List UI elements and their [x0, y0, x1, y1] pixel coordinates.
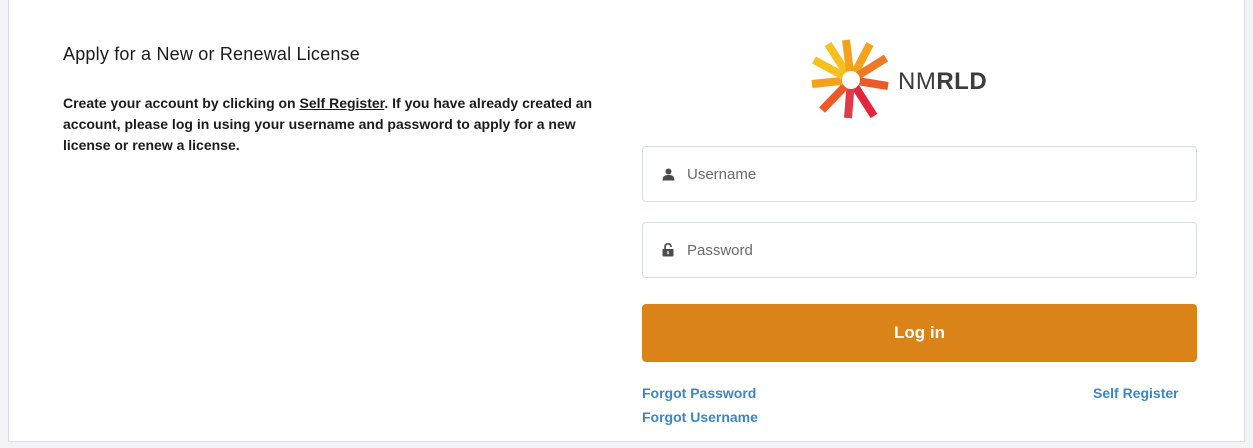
logo-text-light: NM	[898, 68, 937, 95]
lock-icon	[661, 243, 675, 257]
password-input[interactable]	[685, 240, 1169, 260]
starburst-logo-icon	[811, 39, 889, 119]
page-title: Apply for a New or Renewal License	[63, 44, 360, 64]
info-description: Create your account by clicking on Self …	[63, 93, 603, 156]
login-button[interactable]: Log in	[642, 304, 1197, 362]
nmrld-logo: NMRLD	[808, 38, 1028, 120]
person-icon	[661, 167, 675, 181]
desc-prefix: Create your account by clicking on	[63, 95, 300, 111]
self-register-inline-link[interactable]: Self Register	[300, 95, 385, 111]
forgot-username-link[interactable]: Forgot Username	[642, 409, 758, 425]
username-field[interactable]	[642, 146, 1197, 202]
username-input[interactable]	[685, 164, 1169, 184]
logo-text-bold: RLD	[936, 68, 988, 95]
logo-text: NMRLD	[898, 68, 987, 96]
self-register-link[interactable]: Self Register	[1093, 385, 1179, 401]
login-card: Apply for a New or Renewal License Creat…	[8, 0, 1245, 442]
info-panel: Apply for a New or Renewal License Creat…	[63, 44, 603, 156]
password-field[interactable]	[642, 222, 1197, 278]
forgot-password-link[interactable]: Forgot Password	[642, 385, 756, 401]
